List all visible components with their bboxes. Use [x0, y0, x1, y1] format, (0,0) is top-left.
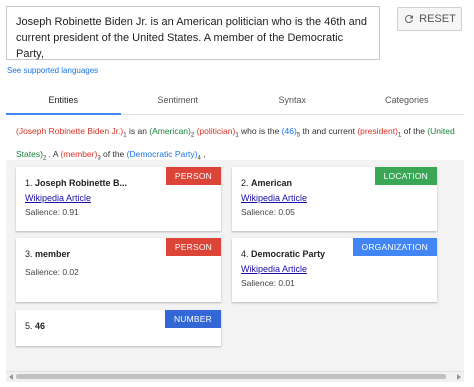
tab-syntax[interactable]: Syntax: [235, 88, 350, 114]
entity-cards-panel: PERSON 1. Joseph Robinette B... Wikipedi…: [6, 160, 464, 372]
scroll-right-arrow-icon[interactable]: [457, 374, 461, 380]
plain-text: who is the: [238, 126, 282, 136]
entity-name: American: [251, 178, 293, 188]
supported-languages-link[interactable]: See supported languages: [7, 66, 98, 75]
entity-mention: (Democratic Party): [126, 148, 198, 159]
entity-card: NUMBER 5. 46: [16, 310, 221, 346]
entity-mention: (politician): [196, 126, 236, 136]
entity-card: PERSON 3. member Salience: 0.02: [16, 238, 221, 302]
entity-card: ORGANIZATION 4. Democratic Party Wikiped…: [232, 238, 437, 302]
entity-card: PERSON 1. Joseph Robinette B... Wikipedi…: [16, 167, 221, 231]
entity-mention: (American): [149, 126, 191, 136]
plain-text: th and current: [300, 126, 358, 136]
horizontal-scrollbar[interactable]: [6, 371, 464, 382]
plain-text: ,: [200, 148, 206, 159]
wikipedia-link[interactable]: Wikipedia Article: [241, 264, 428, 274]
text-input-area[interactable]: Joseph Robinette Biden Jr. is an America…: [6, 6, 380, 60]
entity-mention: (member): [60, 148, 98, 159]
entity-index: 3.: [25, 249, 33, 259]
reset-button[interactable]: RESET: [397, 7, 462, 31]
entity-mention: (46): [281, 126, 297, 136]
entity-type-badge: NUMBER: [164, 310, 221, 328]
entity-index: 1.: [25, 178, 33, 188]
entity-type-badge: LOCATION: [374, 167, 437, 185]
entity-name: 46: [35, 321, 46, 331]
entity-type-badge: PERSON: [165, 238, 221, 256]
analysis-tabs: Entities Sentiment Syntax Categories: [6, 88, 464, 115]
entity-mention: (president): [357, 126, 398, 136]
reset-label: RESET: [419, 13, 456, 25]
tab-sentiment[interactable]: Sentiment: [121, 88, 236, 114]
entity-type-badge: PERSON: [165, 167, 221, 185]
wikipedia-link[interactable]: Wikipedia Article: [241, 193, 428, 203]
salience-value: Salience: 0.02: [25, 267, 79, 277]
entity-name: member: [35, 249, 71, 259]
scroll-left-arrow-icon[interactable]: [9, 374, 13, 380]
tab-entities[interactable]: Entities: [6, 88, 121, 115]
plain-text: is an: [126, 126, 150, 136]
plain-text: . A: [46, 148, 61, 159]
tab-categories[interactable]: Categories: [350, 88, 465, 114]
refresh-icon: [405, 14, 414, 23]
entity-index: 5.: [25, 321, 33, 331]
plain-text: of the: [401, 126, 428, 136]
entity-name: Democratic Party: [251, 249, 326, 259]
salience-value: Salience: 0.05: [241, 207, 295, 217]
plain-text: of the: [100, 148, 127, 159]
entity-index: 4.: [241, 249, 249, 259]
entity-name: Joseph Robinette B...: [35, 178, 128, 188]
entity-index: 2.: [241, 178, 249, 188]
entity-mention: (Joseph Robinette Biden Jr.): [16, 126, 124, 136]
scrollbar-thumb[interactable]: [16, 374, 446, 379]
wikipedia-link[interactable]: Wikipedia Article: [25, 193, 212, 203]
salience-value: Salience: 0.01: [241, 278, 295, 288]
entity-type-badge: ORGANIZATION: [352, 238, 437, 256]
entity-card: LOCATION 2. American Wikipedia Article S…: [232, 167, 437, 231]
salience-value: Salience: 0.91: [25, 207, 79, 217]
